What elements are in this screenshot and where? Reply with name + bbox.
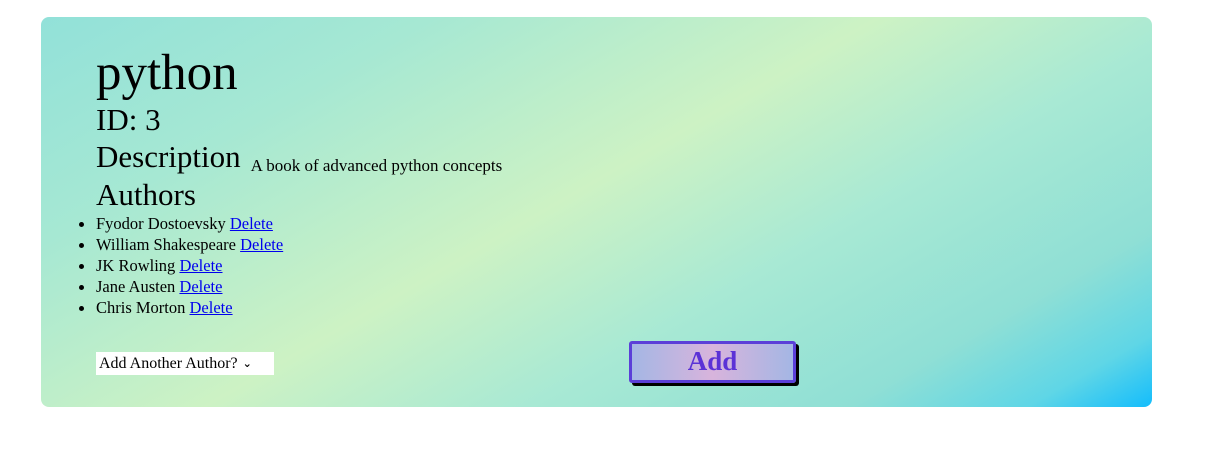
author-list-item: Fyodor Dostoevsky Delete	[78, 213, 283, 234]
description-heading: Description	[96, 139, 241, 174]
author-name: JK Rowling	[96, 256, 176, 275]
author-name: Fyodor Dostoevsky	[96, 214, 226, 233]
add-author-select[interactable]: Add Another Author? ⌄	[96, 352, 274, 375]
delete-author-link[interactable]: Delete	[179, 277, 222, 296]
book-card: python ID: 3 Description A book of advan…	[41, 17, 1152, 407]
book-title: python	[96, 45, 238, 101]
author-list-item: William Shakespeare Delete	[78, 234, 283, 255]
book-id: ID: 3	[96, 102, 161, 137]
author-list: Fyodor Dostoevsky Delete William Shakesp…	[78, 213, 283, 318]
add-author-select-value: Add Another Author?	[99, 354, 238, 372]
add-author-button[interactable]: Add	[629, 341, 796, 383]
delete-author-link[interactable]: Delete	[230, 214, 273, 233]
delete-author-link[interactable]: Delete	[190, 298, 233, 317]
authors-heading: Authors	[96, 177, 196, 212]
description-row: Description A book of advanced python co…	[96, 139, 502, 181]
author-list-item: Jane Austen Delete	[78, 276, 283, 297]
author-list-item: JK Rowling Delete	[78, 255, 283, 276]
description-text: A book of advanced python concepts	[250, 156, 503, 175]
chevron-down-icon: ⌄	[242, 357, 252, 370]
author-name: Chris Morton	[96, 298, 186, 317]
author-name: William Shakespeare	[96, 235, 236, 254]
delete-author-link[interactable]: Delete	[240, 235, 283, 254]
author-list-item: Chris Morton Delete	[78, 297, 283, 318]
delete-author-link[interactable]: Delete	[179, 256, 222, 275]
author-name: Jane Austen	[96, 277, 176, 296]
